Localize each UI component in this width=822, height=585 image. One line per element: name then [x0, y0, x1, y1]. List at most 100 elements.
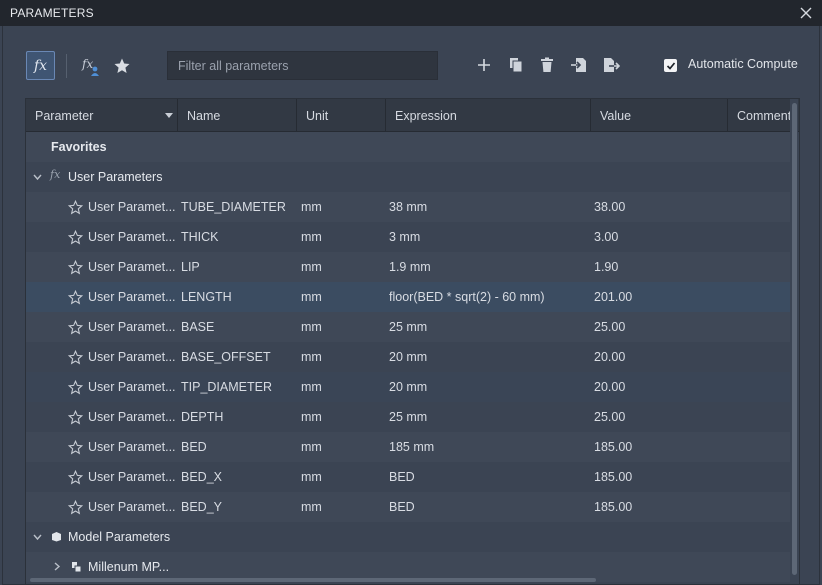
cell-unit: mm — [301, 440, 322, 454]
cell-value: 185.00 — [594, 470, 633, 484]
chevron-down-icon — [33, 174, 42, 181]
cell-expression[interactable]: BED — [389, 492, 589, 522]
table-row[interactable]: User Paramet... LENGTH mm floor(BED * sqrt(… — [26, 282, 791, 312]
cell-name[interactable]: TIP_DIAMETER — [181, 372, 295, 402]
favorite-toggle[interactable] — [68, 252, 86, 282]
favorite-toggle[interactable] — [68, 342, 86, 372]
favorite-toggle[interactable] — [68, 492, 86, 522]
favorite-toggle[interactable] — [68, 192, 86, 222]
checkmark-icon — [666, 61, 675, 70]
table-row[interactable]: User Paramet... BASE mm 25 mm 25.00 — [26, 312, 791, 342]
star-outline-icon — [68, 319, 83, 334]
cell-name[interactable]: BASE_OFFSET — [181, 342, 295, 372]
horizontal-scroll-thumb[interactable] — [30, 578, 596, 582]
cell-expression[interactable]: 20 mm — [389, 372, 589, 402]
cell-name[interactable]: BED_Y — [181, 492, 295, 522]
cell-expression[interactable]: 20 mm — [389, 342, 589, 372]
cell-expression[interactable]: 38 mm — [389, 192, 589, 222]
cell-parameter: User Paramet... — [88, 200, 176, 214]
cell-name[interactable]: BED — [181, 432, 295, 462]
close-button[interactable] — [796, 3, 816, 23]
close-icon — [800, 7, 812, 19]
fx-icon: fx — [50, 168, 61, 181]
cell-value: 185.00 — [594, 500, 633, 514]
column-header-name[interactable]: Name — [178, 99, 297, 132]
sort-arrow-icon — [165, 113, 173, 118]
chevron-down-icon — [33, 534, 42, 541]
column-header-unit[interactable]: Unit — [297, 99, 386, 132]
filter-input[interactable]: Filter all parameters — [167, 51, 438, 80]
cell-unit: mm — [301, 410, 322, 424]
cell-value: 1.90 — [594, 260, 619, 274]
favorite-toggle[interactable] — [68, 432, 86, 462]
cell-unit: mm — [301, 470, 322, 484]
vertical-scrollbar[interactable] — [790, 99, 798, 584]
cell-name[interactable]: BASE — [181, 312, 295, 342]
cell-expression[interactable]: 185 mm — [389, 432, 589, 462]
cell-name[interactable]: LIP — [181, 252, 295, 282]
user-parameters-group-row[interactable]: fx User Parameters — [26, 162, 791, 192]
cell-unit: mm — [301, 500, 322, 514]
star-outline-icon — [68, 199, 83, 214]
cell-expression[interactable]: 25 mm — [389, 312, 589, 342]
vertical-scroll-thumb[interactable] — [792, 103, 797, 575]
cell-parameter: User Paramet... — [88, 440, 176, 454]
import-button[interactable] — [567, 53, 591, 77]
cell-expression[interactable]: 3 mm — [389, 222, 589, 252]
table-row[interactable]: User Paramet... BASE_OFFSET mm 20 mm 20.00 — [26, 342, 791, 372]
cell-value: 38.00 — [594, 200, 626, 214]
table-row[interactable]: User Paramet... TUBE_DIAMETER mm 38 mm 38.00 — [26, 192, 791, 222]
model-parameters-group-row[interactable]: Model Parameters — [26, 522, 791, 552]
favorites-label: Favorites — [51, 140, 107, 154]
column-header-expression[interactable]: Expression — [386, 99, 591, 132]
table-row[interactable]: User Paramet... THICK mm 3 mm 3.00 — [26, 222, 791, 252]
cell-expression[interactable]: BED — [389, 462, 589, 492]
favorites-filter-button[interactable] — [109, 53, 135, 79]
table-row[interactable]: User Paramet... BED_X mm BED 185.00 — [26, 462, 791, 492]
export-button[interactable] — [599, 53, 623, 77]
cell-unit: mm — [301, 380, 322, 394]
copy-parameter-button[interactable] — [504, 53, 528, 77]
favorite-toggle[interactable] — [68, 282, 86, 312]
column-header-parameter[interactable]: Parameter — [26, 99, 178, 132]
add-parameter-button[interactable] — [472, 53, 496, 77]
column-header-value[interactable]: Value — [591, 99, 728, 132]
horizontal-scrollbar[interactable] — [26, 577, 790, 583]
cell-parameter: User Paramet... — [88, 470, 176, 484]
star-outline-icon — [68, 349, 83, 364]
favorite-toggle[interactable] — [68, 222, 86, 252]
cell-expression[interactable]: 25 mm — [389, 402, 589, 432]
table-row[interactable]: User Paramet... LIP mm 1.9 mm 1.90 — [26, 252, 791, 282]
cell-expression[interactable]: floor(BED * sqrt(2) - 60 mm) — [389, 282, 589, 312]
favorite-toggle[interactable] — [68, 312, 86, 342]
user-parameters-filter-button[interactable]: fx — [78, 53, 104, 79]
favorite-toggle[interactable] — [68, 402, 86, 432]
favorite-toggle[interactable] — [68, 462, 86, 492]
cell-expression[interactable]: 1.9 mm — [389, 252, 589, 282]
star-outline-icon — [68, 409, 83, 424]
star-outline-icon — [68, 259, 83, 274]
cell-name[interactable]: LENGTH — [181, 282, 295, 312]
delete-parameter-button[interactable] — [535, 53, 559, 77]
table-row[interactable]: User Paramet... BED mm 185 mm 185.00 — [26, 432, 791, 462]
favorite-toggle[interactable] — [68, 372, 86, 402]
cell-name[interactable]: THICK — [181, 222, 295, 252]
favorites-group-row[interactable]: Favorites — [26, 132, 791, 162]
cell-value: 201.00 — [594, 290, 633, 304]
title-bar: PARAMETERS — [0, 0, 822, 26]
cell-parameter: User Paramet... — [88, 500, 176, 514]
cell-name[interactable]: DEPTH — [181, 402, 295, 432]
delete-icon — [541, 57, 553, 72]
chevron-right-icon — [54, 562, 61, 571]
table-row[interactable]: User Paramet... DEPTH mm 25 mm 25.00 — [26, 402, 791, 432]
cell-name[interactable]: TUBE_DIAMETER — [181, 192, 295, 222]
table-row[interactable]: User Paramet... BED_Y mm BED 185.00 — [26, 492, 791, 522]
automatic-compute-checkbox[interactable] — [664, 59, 677, 72]
filter-placeholder: Filter all parameters — [178, 58, 289, 73]
cell-value: 25.00 — [594, 320, 626, 334]
show-all-parameters-button[interactable]: fx — [26, 51, 55, 80]
table-row[interactable]: User Paramet... TIP_DIAMETER mm 20 mm 20.00 — [26, 372, 791, 402]
cell-value: 3.00 — [594, 230, 619, 244]
cell-name[interactable]: BED_X — [181, 462, 295, 492]
cell-unit: mm — [301, 320, 322, 334]
